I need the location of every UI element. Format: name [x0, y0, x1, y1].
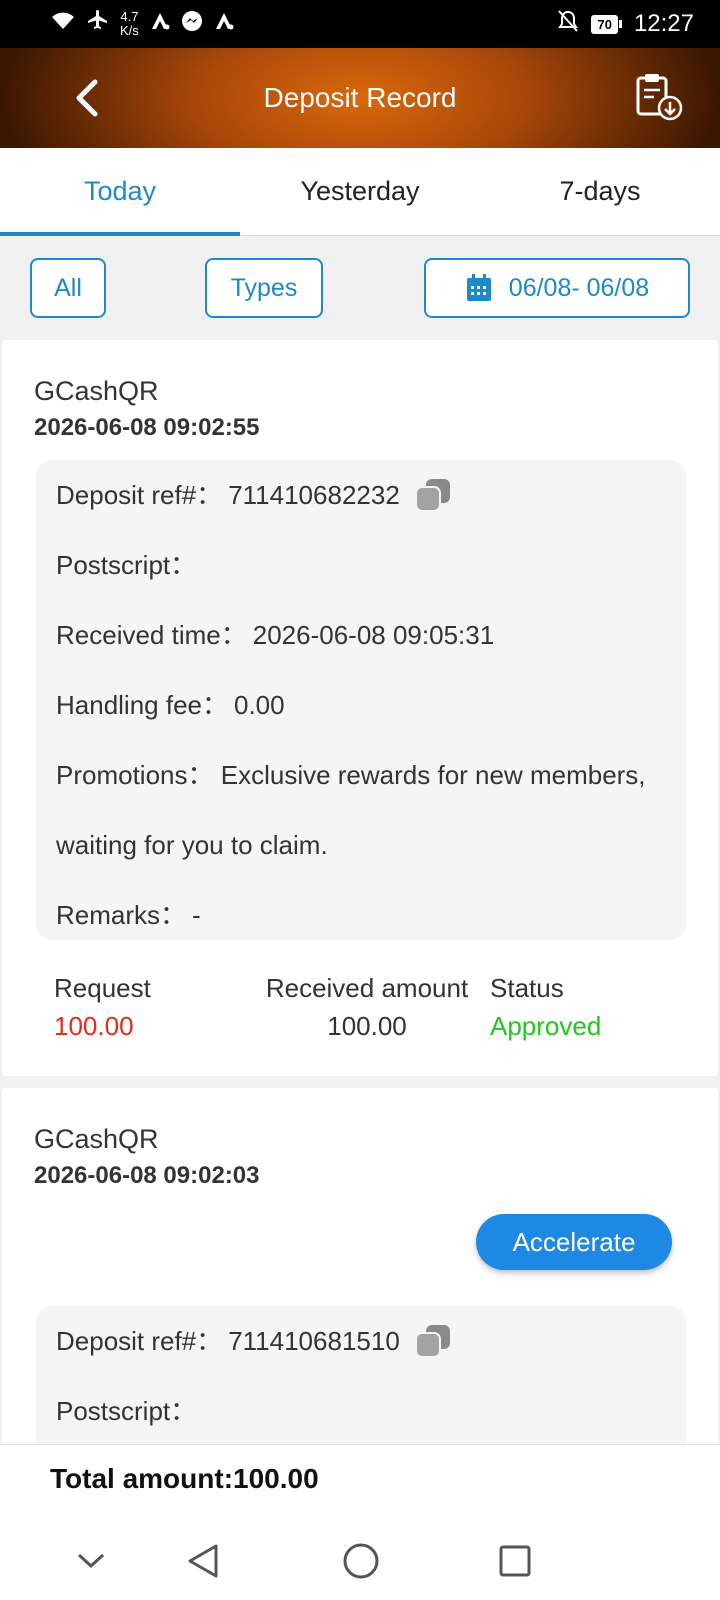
remarks-label: Remarks：	[56, 900, 187, 930]
date-range-button[interactable]: 06/08- 06/08	[424, 258, 690, 318]
status-bar: 4.7 K/s 70 12:27	[0, 0, 720, 48]
promotions-label: Promotions：	[56, 760, 214, 790]
messenger-icon	[181, 10, 203, 38]
received-amount-column: Received amount 100.00	[252, 970, 482, 1046]
record-detail-box: Deposit ref#： 711410681510 Postscript：	[36, 1306, 686, 1444]
battery-level: 70	[591, 14, 618, 34]
battery-icon: 70	[591, 14, 622, 34]
network-speed: 4.7 K/s	[120, 10, 139, 38]
postscript-label: Postscript：	[56, 550, 197, 580]
chevron-left-icon	[76, 79, 98, 117]
filter-bar: All Types 06/08- 06/08	[0, 238, 720, 338]
status-column: Status Approved	[490, 970, 620, 1046]
payment-method: GCashQR	[34, 1124, 159, 1154]
page-title: Deposit Record	[263, 82, 457, 113]
copy-icon[interactable]	[414, 1323, 452, 1359]
calendar-icon	[466, 274, 491, 301]
tab-yesterday[interactable]: Yesterday	[240, 148, 480, 235]
status-label: Status	[490, 973, 564, 1003]
record-detail-box: Deposit ref#： 711410682232 Postscript： R…	[36, 460, 686, 940]
handling-fee-row: Handling fee： 0.00	[56, 670, 666, 740]
wifi-icon	[50, 11, 76, 37]
record-datetime: 2026-06-08 09:02:03	[34, 1162, 260, 1189]
date-range-label: 06/08- 06/08	[508, 273, 650, 302]
total-amount: Total amount:100.00	[50, 1463, 319, 1494]
system-nav-bar	[0, 1518, 720, 1600]
tab-today[interactable]: Today	[0, 148, 240, 236]
amount-summary: Request 100.00 Received amount 100.00 St…	[54, 970, 674, 1050]
deposit-record-card: GCashQR 2026-06-08 09:02:03 Accelerate D…	[2, 1088, 718, 1444]
tab-7-days[interactable]: 7-days	[480, 148, 720, 235]
square-recents-icon	[499, 1545, 531, 1577]
back-button[interactable]	[58, 70, 114, 126]
date-tabs: Today Yesterday 7-days	[0, 148, 720, 236]
record-datetime: 2026-06-08 09:02:55	[34, 414, 260, 441]
postscript-row: Postscript：	[56, 530, 666, 600]
promotions-row: Promotions： Exclusive rewards for new me…	[56, 740, 666, 880]
clock: 12:27	[633, 10, 694, 37]
deposit-ref-value: 711410682232	[228, 480, 400, 510]
nav-recents-button[interactable]	[490, 1536, 540, 1586]
received-time-label: Received time：	[56, 620, 247, 650]
copy-icon[interactable]	[414, 477, 452, 513]
nav-home-button[interactable]	[336, 1536, 386, 1586]
circle-home-icon	[343, 1543, 379, 1579]
deposit-ref-row: Deposit ref#： 711410682232	[56, 460, 666, 530]
filter-all-button[interactable]: All	[30, 258, 106, 318]
received-time-row: Received time： 2026-06-08 09:05:31	[56, 600, 666, 670]
clipboard-download-icon	[636, 74, 683, 121]
deposit-record-card: GCashQR 2026-06-08 09:02:55 Deposit ref#…	[2, 340, 718, 1076]
request-label: Request	[54, 973, 151, 1003]
remarks-value: -	[192, 900, 201, 930]
nav-collapse-button[interactable]	[66, 1536, 116, 1586]
network-speed-unit: K/s	[120, 23, 139, 38]
status-badge: Approved	[490, 1011, 602, 1041]
deposit-ref-label: Deposit ref#：	[56, 1326, 223, 1356]
status-bar-right: 70 12:27	[557, 9, 694, 40]
received-amount-value: 100.00	[327, 1011, 407, 1041]
download-record-button[interactable]	[632, 72, 686, 124]
total-bar: Total amount:100.00	[0, 1444, 720, 1518]
postscript-row: Postscript：	[56, 1376, 666, 1444]
nav-back-button[interactable]	[178, 1536, 228, 1586]
request-column: Request 100.00	[54, 970, 151, 1046]
request-value: 100.00	[54, 1011, 134, 1041]
triangle-back-icon	[188, 1544, 218, 1578]
accelerate-button[interactable]: Accelerate	[476, 1214, 672, 1270]
network-speed-value: 4.7	[120, 9, 139, 24]
payment-method: GCashQR	[34, 376, 159, 406]
received-time-value: 2026-06-08 09:05:31	[252, 620, 495, 650]
status-bar-left: 4.7 K/s	[50, 9, 235, 39]
app-notification-icon-2	[213, 10, 235, 38]
bell-muted-icon	[557, 9, 579, 40]
deposit-record-list[interactable]: GCashQR 2026-06-08 09:02:55 Deposit ref#…	[0, 340, 720, 1444]
deposit-ref-label: Deposit ref#：	[56, 480, 223, 510]
filter-types-button[interactable]: Types	[205, 258, 323, 318]
app-notification-icon	[149, 10, 171, 38]
airplane-icon	[86, 9, 110, 39]
deposit-ref-row: Deposit ref#： 711410681510	[56, 1306, 666, 1376]
app-header: Deposit Record	[0, 48, 720, 148]
deposit-ref-value: 711410681510	[228, 1326, 400, 1356]
handling-fee-value: 0.00	[234, 690, 285, 720]
postscript-label: Postscript：	[56, 1396, 197, 1426]
handling-fee-label: Handling fee：	[56, 690, 228, 720]
remarks-row: Remarks： -	[56, 880, 666, 950]
chevron-down-icon	[77, 1553, 105, 1569]
received-amount-label: Received amount	[265, 973, 469, 1003]
